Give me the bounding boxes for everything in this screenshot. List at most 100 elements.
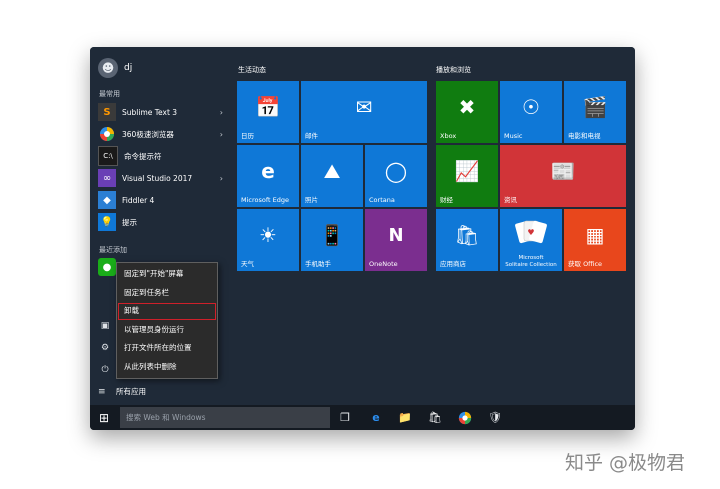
user-account[interactable]: ☻ dj: [98, 57, 132, 79]
tile-solitaire[interactable]: ♥ Microsoft Solitaire Collection: [500, 209, 562, 271]
tile-weather[interactable]: ☀ 天气: [237, 209, 299, 271]
tile-store[interactable]: 🛍 应用商店: [436, 209, 498, 271]
chevron-right-icon[interactable]: ›: [220, 108, 223, 117]
app-item-fiddler[interactable]: ◆ Fiddler 4: [98, 190, 223, 210]
tile-label-line2: Solitaire Collection: [505, 261, 557, 268]
group-title-play[interactable]: 播放和浏览: [436, 65, 471, 75]
tile-label: Music: [504, 132, 523, 140]
list-icon: ≡: [98, 386, 106, 397]
mail-icon: ✉: [355, 95, 373, 119]
tile-music[interactable]: ☉ Music: [500, 81, 562, 143]
windows-start-icon[interactable]: ⊞: [96, 410, 112, 425]
360-browser-taskbar-icon[interactable]: [456, 409, 474, 426]
tile-get-office[interactable]: ▦ 获取 Office: [564, 209, 626, 271]
power-icon[interactable]: ⏻: [98, 363, 112, 377]
search-input[interactable]: [120, 412, 328, 423]
watermark: 知乎 @极物君: [565, 452, 686, 474]
tile-label: 照片: [305, 196, 318, 204]
ctx-uninstall[interactable]: 卸载: [117, 302, 217, 321]
tile-label: 财经: [440, 196, 453, 204]
all-apps-button[interactable]: ≡ 所有应用: [98, 386, 146, 397]
user-avatar-icon: ☻: [98, 58, 118, 78]
playing-cards-icon: ♥: [500, 209, 562, 257]
tile-news[interactable]: 📰 资讯: [500, 145, 626, 207]
taskbar-search-box[interactable]: [120, 407, 330, 428]
ctx-pin-to-start[interactable]: 固定到"开始"屏幕: [117, 265, 217, 284]
tile-label: 资讯: [504, 196, 517, 204]
store-icon[interactable]: 🛍: [426, 409, 444, 426]
photos-icon: ⛰: [323, 159, 341, 183]
tile-xbox[interactable]: ✖ Xbox: [436, 81, 498, 143]
file-explorer-icon[interactable]: ▣: [98, 319, 112, 333]
svg-text:♥: ♥: [527, 228, 534, 237]
security-shield-icon[interactable]: 🛡: [486, 409, 504, 426]
wechat-icon: ●: [98, 258, 116, 276]
app-label: Fiddler 4: [122, 195, 155, 205]
recently-added-label: 最近添加: [99, 246, 127, 254]
tile-label: 获取 Office: [568, 260, 603, 268]
tile-label: Cortana: [369, 196, 395, 204]
group-title-life[interactable]: 生活动态: [238, 65, 266, 75]
tile-label: OneNote: [369, 260, 398, 268]
start-menu: ☻ dj 最常用 S Sublime Text 3 › 360极速浏览器 › C…: [90, 47, 635, 405]
cmd-icon: C:\: [98, 146, 118, 166]
most-used-label: 最常用: [99, 90, 120, 98]
tile-label: 应用商店: [440, 260, 466, 268]
cortana-icon: ◯: [384, 159, 408, 183]
weather-sun-icon: ☀: [259, 223, 277, 247]
ctx-pin-to-taskbar[interactable]: 固定到任务栏: [117, 284, 217, 303]
tips-icon: 💡: [98, 213, 116, 231]
ctx-open-file-location[interactable]: 打开文件所在的位置: [117, 339, 217, 358]
tile-finance[interactable]: 📈 财经: [436, 145, 498, 207]
tile-photos[interactable]: ⛰ 照片: [301, 145, 363, 207]
tile-cortana[interactable]: ◯ Cortana: [365, 145, 427, 207]
settings-gear-icon[interactable]: ⚙: [98, 341, 112, 355]
all-apps-label: 所有应用: [116, 387, 146, 396]
tile-edge[interactable]: e Microsoft Edge: [237, 145, 299, 207]
app-label: 提示: [122, 217, 137, 227]
tile-movies-tv[interactable]: 🎬 电影和电视: [564, 81, 626, 143]
tile-mail[interactable]: ✉ 邮件: [301, 81, 427, 143]
app-item-sublime[interactable]: S Sublime Text 3 ›: [98, 102, 223, 122]
user-name: dj: [124, 63, 133, 73]
tile-label: 日历: [241, 132, 254, 140]
tile-label: 手机助手: [305, 260, 331, 268]
chevron-right-icon[interactable]: ›: [220, 174, 223, 183]
taskbar: ⊞ ❐ e 📁 🛍 🛡: [90, 405, 635, 430]
tile-label: Microsoft Edge: [241, 196, 290, 204]
chevron-right-icon[interactable]: ›: [220, 130, 223, 139]
store-bag-icon: 🛍: [454, 223, 480, 247]
tile-label: 电影和电视: [568, 132, 601, 140]
tile-onenote[interactable]: N OneNote: [365, 209, 427, 271]
news-icon: 📰: [550, 159, 576, 183]
task-view-icon[interactable]: ❐: [336, 409, 354, 426]
onenote-icon: N: [388, 224, 404, 246]
ctx-remove-from-list[interactable]: 从此列表中删除: [117, 358, 217, 377]
tile-calendar[interactable]: 📅 日历: [237, 81, 299, 143]
app-item-360-browser[interactable]: 360极速浏览器 ›: [98, 124, 223, 144]
edge-browser-icon[interactable]: e: [367, 409, 385, 426]
360-browser-icon: [98, 125, 116, 143]
tile-label: 邮件: [305, 132, 318, 140]
file-explorer-folder-icon[interactable]: 📁: [396, 409, 414, 426]
app-label: 命令提示符: [124, 151, 162, 161]
tile-phone-assistant[interactable]: 📱 手机助手: [301, 209, 363, 271]
tile-label: Microsoft Solitaire Collection: [500, 255, 562, 268]
sublime-icon: S: [98, 103, 116, 121]
clapperboard-icon: 🎬: [582, 95, 608, 119]
app-item-tips[interactable]: 💡 提示: [98, 212, 223, 232]
visual-studio-icon: ∞: [98, 169, 116, 187]
edge-icon: e: [261, 159, 275, 183]
app-label: Sublime Text 3: [122, 107, 178, 117]
desktop-screen: ☻ dj 最常用 S Sublime Text 3 › 360极速浏览器 › C…: [90, 47, 635, 430]
context-menu: 固定到"开始"屏幕 固定到任务栏 卸载 以管理员身份运行 打开文件所在的位置 从…: [116, 262, 218, 379]
finance-chart-icon: 📈: [454, 159, 480, 183]
phone-laptop-icon: 📱: [319, 223, 345, 247]
app-item-cmd[interactable]: C:\ 命令提示符: [98, 146, 223, 166]
ctx-run-as-admin[interactable]: 以管理员身份运行: [117, 321, 217, 340]
fiddler-icon: ◆: [98, 191, 116, 209]
app-item-visual-studio[interactable]: ∞ Visual Studio 2017 ›: [98, 168, 223, 188]
app-label: 360极速浏览器: [122, 129, 174, 139]
tile-label: Xbox: [440, 132, 457, 140]
office-icon: ▦: [585, 223, 605, 247]
